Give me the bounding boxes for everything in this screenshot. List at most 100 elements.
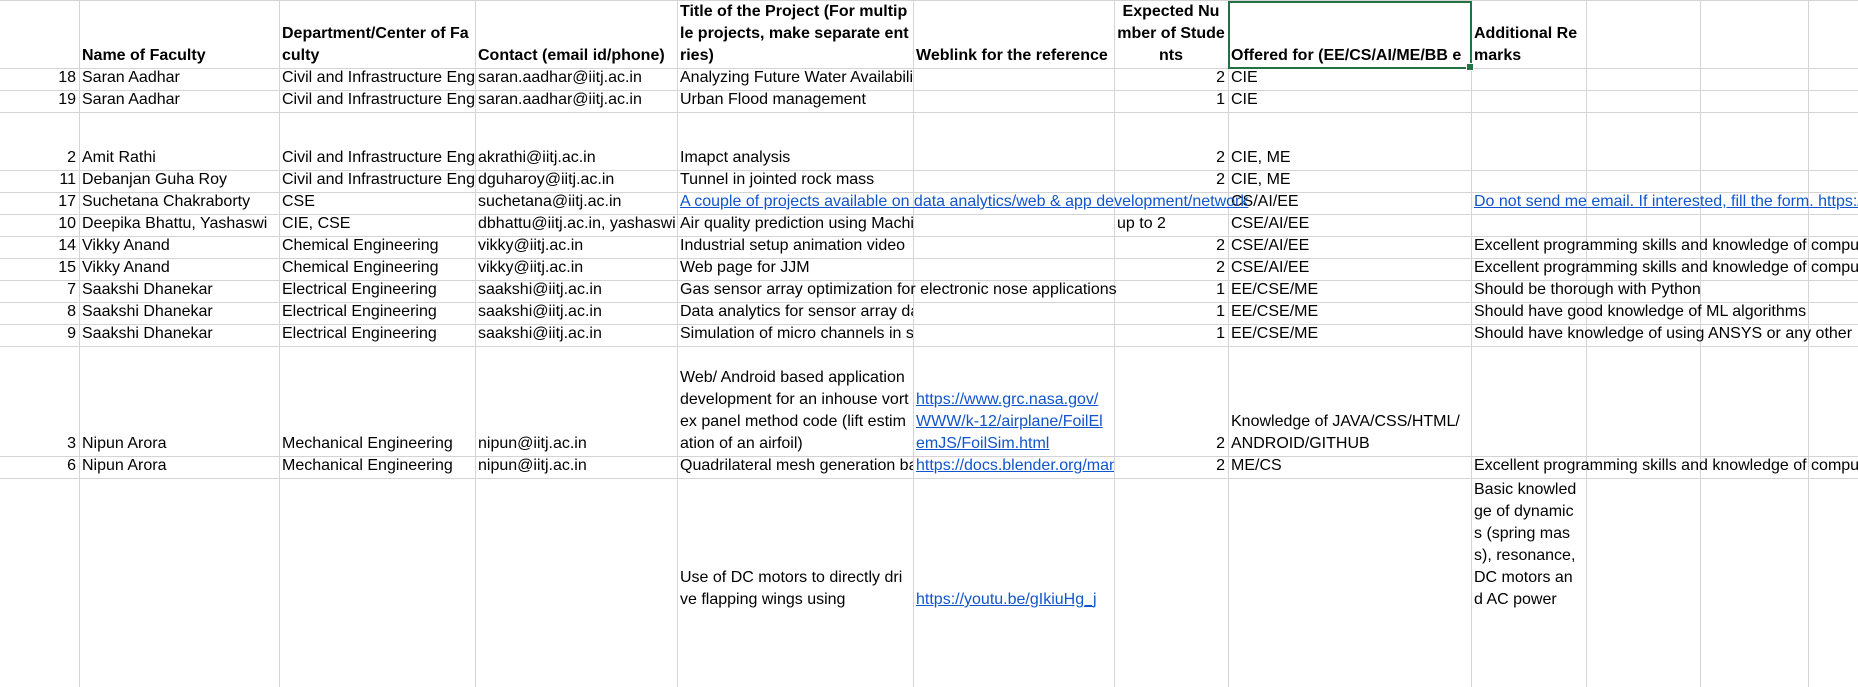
cell-remarks[interactable]: Should have good knowledge of ML algorit… xyxy=(1471,302,1858,324)
cell-name[interactable]: Suchetana Chakraborty xyxy=(79,192,279,214)
cell-offered[interactable]: CSE/AI/EE xyxy=(1228,258,1471,280)
cell-sn[interactable]: 14 xyxy=(0,236,79,258)
cell-contact[interactable]: saran.aadhar@iitj.ac.in xyxy=(475,90,677,112)
spreadsheet-grid[interactable]: Name of Faculty Department/Center of Fac… xyxy=(0,0,1858,687)
cell-title[interactable]: Gas sensor array optimization for electr… xyxy=(677,280,1117,302)
cell-contact[interactable]: saran.aadhar@iitj.ac.in xyxy=(475,68,677,90)
cell-title-text[interactable]: A couple of projects available on data a… xyxy=(680,191,1248,213)
cell-contact[interactable]: dbhattu@iitj.ac.in, yashaswi xyxy=(475,214,677,236)
cell-contact[interactable]: akrathi@iitj.ac.in xyxy=(475,112,677,170)
cell-title[interactable]: Air quality prediction using Machine Lea… xyxy=(677,214,913,236)
cell-sn[interactable]: 3 xyxy=(0,346,79,456)
cell-weblink[interactable] xyxy=(913,236,1114,258)
cell-remarks[interactable] xyxy=(1471,90,1586,112)
cell-offered[interactable]: CIE xyxy=(1228,90,1471,112)
cell-name[interactable]: Saakshi Dhanekar xyxy=(79,324,279,346)
cell-remarks[interactable] xyxy=(1471,68,1586,90)
header-contact[interactable]: Contact (email id/phone) xyxy=(475,1,677,68)
cell-title[interactable]: Data analytics for sensor array data xyxy=(677,302,913,324)
cell-name[interactable]: Vikky Anand xyxy=(79,236,279,258)
cell-offered[interactable]: EE/CSE/ME xyxy=(1228,324,1471,346)
cell-contact[interactable]: vikky@iitj.ac.in xyxy=(475,236,677,258)
cell-title[interactable]: Simulation of micro channels in silicon … xyxy=(677,324,913,346)
cell-students[interactable]: 2 xyxy=(1114,68,1228,90)
cell-title[interactable]: Industrial setup animation video xyxy=(677,236,913,258)
cell-weblink[interactable] xyxy=(913,90,1114,112)
cell-name[interactable]: Saakshi Dhanekar xyxy=(79,280,279,302)
header-department[interactable]: Department/Center of Faculty xyxy=(279,1,475,68)
cell-sn[interactable]: 17 xyxy=(0,192,79,214)
cell-name[interactable]: Deepika Bhattu, Yashaswi xyxy=(79,214,279,236)
cell-sn[interactable]: 7 xyxy=(0,280,79,302)
cell-weblink[interactable] xyxy=(913,68,1114,90)
cell-dept[interactable]: Civil and Infrastructure Engineering xyxy=(279,170,475,192)
cell-remarks-text[interactable]: Do not send me email. If interested, fil… xyxy=(1474,192,1858,213)
cell-contact[interactable]: saakshi@iitj.ac.in xyxy=(475,302,677,324)
cell-dept[interactable]: Civil and Infrastructure Engineering xyxy=(279,112,475,170)
cell-students[interactable]: 2 xyxy=(1114,112,1228,170)
cell-contact[interactable]: saakshi@iitj.ac.in xyxy=(475,324,677,346)
cell-name[interactable]: Amit Rathi xyxy=(79,112,279,170)
cell-title[interactable]: Quadrilateral mesh generation based xyxy=(677,456,913,478)
cell-weblink-text[interactable]: https://www.grc.nasa.gov/WWW/k-12/airpla… xyxy=(916,389,1111,455)
cell-name[interactable]: Saran Aadhar xyxy=(79,90,279,112)
cell-sn[interactable]: 19 xyxy=(0,90,79,112)
cell-students[interactable]: 1 xyxy=(1114,324,1228,346)
cell-weblink[interactable] xyxy=(913,302,1114,324)
cell-students[interactable]: 1 xyxy=(1114,280,1228,302)
header-expected-students[interactable]: Expected Number of Students xyxy=(1114,1,1228,68)
cell-students[interactable]: up to 2 xyxy=(1114,214,1228,236)
cell-students[interactable]: 2 xyxy=(1114,456,1228,478)
cell-dept[interactable]: CIE, CSE xyxy=(279,214,475,236)
cell-remarks[interactable]: Excellent programming skills and knowled… xyxy=(1471,258,1858,280)
cell-weblink[interactable]: https://youtu.be/gIkiuHg_j xyxy=(913,478,1114,612)
cell-weblink[interactable] xyxy=(913,170,1114,192)
cell-offered[interactable]: EE/CSE/ME xyxy=(1228,280,1471,302)
cell-students[interactable]: 2 xyxy=(1114,346,1228,456)
cell-students[interactable]: 1 xyxy=(1114,302,1228,324)
cell-contact[interactable]: suchetana@iitj.ac.in xyxy=(475,192,677,214)
cell-dept[interactable]: Civil and Infrastructure Engineering xyxy=(279,68,475,90)
cell-offered[interactable]: CSE/AI/EE xyxy=(1228,214,1471,236)
cell-name[interactable] xyxy=(79,478,279,612)
cell-offered[interactable]: CIE, ME xyxy=(1228,170,1471,192)
cell-title[interactable]: Urban Flood management xyxy=(677,90,913,112)
cell-sn[interactable]: 18 xyxy=(0,68,79,90)
cell-weblink[interactable]: https://docs.blender.org/manual xyxy=(913,456,1114,478)
cell-sn[interactable]: 8 xyxy=(0,302,79,324)
cell-students[interactable]: 2 xyxy=(1114,236,1228,258)
cell-title[interactable]: Use of DC motors to directly drive flapp… xyxy=(677,478,913,612)
cell-contact[interactable]: vikky@iitj.ac.in xyxy=(475,258,677,280)
cell-remarks[interactable] xyxy=(1471,112,1586,170)
cell-sn[interactable]: 2 xyxy=(0,112,79,170)
cell-remarks[interactable]: Should have knowledge of using ANSYS or … xyxy=(1471,324,1858,346)
cell-contact[interactable] xyxy=(475,478,677,612)
cell-students[interactable]: 2 xyxy=(1114,258,1228,280)
cell-dept[interactable]: Electrical Engineering xyxy=(279,280,475,302)
cell-remarks[interactable] xyxy=(1471,346,1586,456)
cell-name[interactable]: Nipun Arora xyxy=(79,456,279,478)
cell-weblink[interactable] xyxy=(913,324,1114,346)
cell-sn[interactable]: 11 xyxy=(0,170,79,192)
cell-weblink[interactable]: https://www.grc.nasa.gov/WWW/k-12/airpla… xyxy=(913,346,1114,456)
cell-remarks[interactable]: Basic knowledge of dynamics (spring mass… xyxy=(1471,478,1581,633)
cell-dept[interactable]: CSE xyxy=(279,192,475,214)
cell-weblink[interactable] xyxy=(913,214,1114,236)
fill-handle[interactable] xyxy=(1466,63,1474,71)
cell-title[interactable]: Web/ Android based applicationdevelopmen… xyxy=(677,346,913,456)
cell-title[interactable]: Tunnel in jointed rock mass xyxy=(677,170,913,192)
cell-dept[interactable]: Electrical Engineering xyxy=(279,324,475,346)
cell-name[interactable]: Vikky Anand xyxy=(79,258,279,280)
cell-contact[interactable]: saakshi@iitj.ac.in xyxy=(475,280,677,302)
cell-title[interactable]: Imapct analysis xyxy=(677,112,913,170)
cell-remarks[interactable]: Do not send me email. If interested, fil… xyxy=(1471,192,1858,214)
cell-sn[interactable]: 15 xyxy=(0,258,79,280)
cell-name[interactable]: Debanjan Guha Roy xyxy=(79,170,279,192)
header-project-title[interactable]: Title of the Project (For multiple proje… xyxy=(677,1,913,68)
cell-offered[interactable]: ME/CS xyxy=(1228,456,1471,478)
cell-contact[interactable]: dguharoy@iitj.ac.in xyxy=(475,170,677,192)
cell-offered[interactable] xyxy=(1228,478,1471,612)
cell-dept[interactable]: Chemical Engineering xyxy=(279,258,475,280)
cell-offered[interactable]: CIE, ME xyxy=(1228,112,1471,170)
cell-offered[interactable]: EE/CSE/ME xyxy=(1228,302,1471,324)
